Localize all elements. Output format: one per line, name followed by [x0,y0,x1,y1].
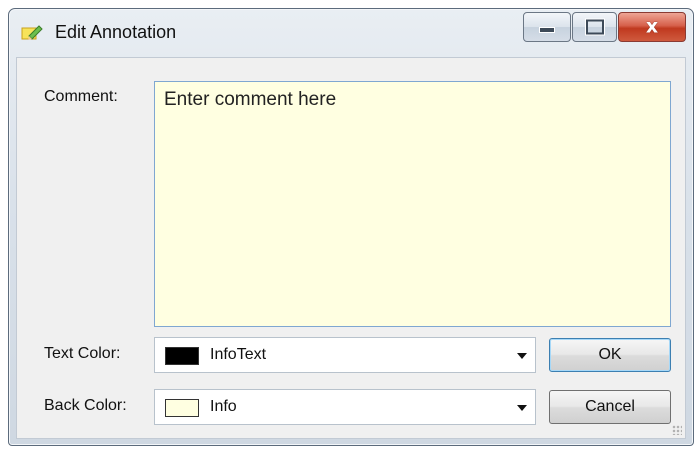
edit-annotation-dialog: Edit Annotation x Comment: Enter comment… [8,8,694,446]
ok-button[interactable]: OK [549,338,671,372]
back-color-swatch [165,399,199,417]
cancel-button[interactable]: Cancel [549,390,671,424]
dialog-body: Comment: Enter comment here Text Color: … [16,57,686,439]
text-color-swatch [165,347,199,365]
comment-textarea[interactable]: Enter comment here [154,81,671,327]
minimize-icon [539,27,555,34]
back-color-dropdown[interactable]: Info [154,389,536,425]
resize-grip-icon[interactable] [672,425,682,435]
text-color-value: InfoText [210,346,267,363]
text-color-label: Text Color: [44,345,121,362]
maximize-icon [585,19,604,35]
window-title: Edit Annotation [55,22,177,42]
edit-note-icon [21,25,43,40]
text-color-dropdown[interactable]: InfoText [154,337,536,373]
close-icon: x [645,15,659,38]
chevron-down-icon[interactable] [517,405,527,411]
back-color-label: Back Color: [44,397,127,414]
back-color-value: Info [210,398,237,415]
chevron-down-icon[interactable] [517,353,527,359]
comment-label: Comment: [44,88,118,105]
close-button[interactable]: x [618,12,686,42]
title-bar[interactable]: Edit Annotation x [9,9,693,57]
minimize-button[interactable] [523,12,571,42]
maximize-button[interactable] [572,12,617,42]
